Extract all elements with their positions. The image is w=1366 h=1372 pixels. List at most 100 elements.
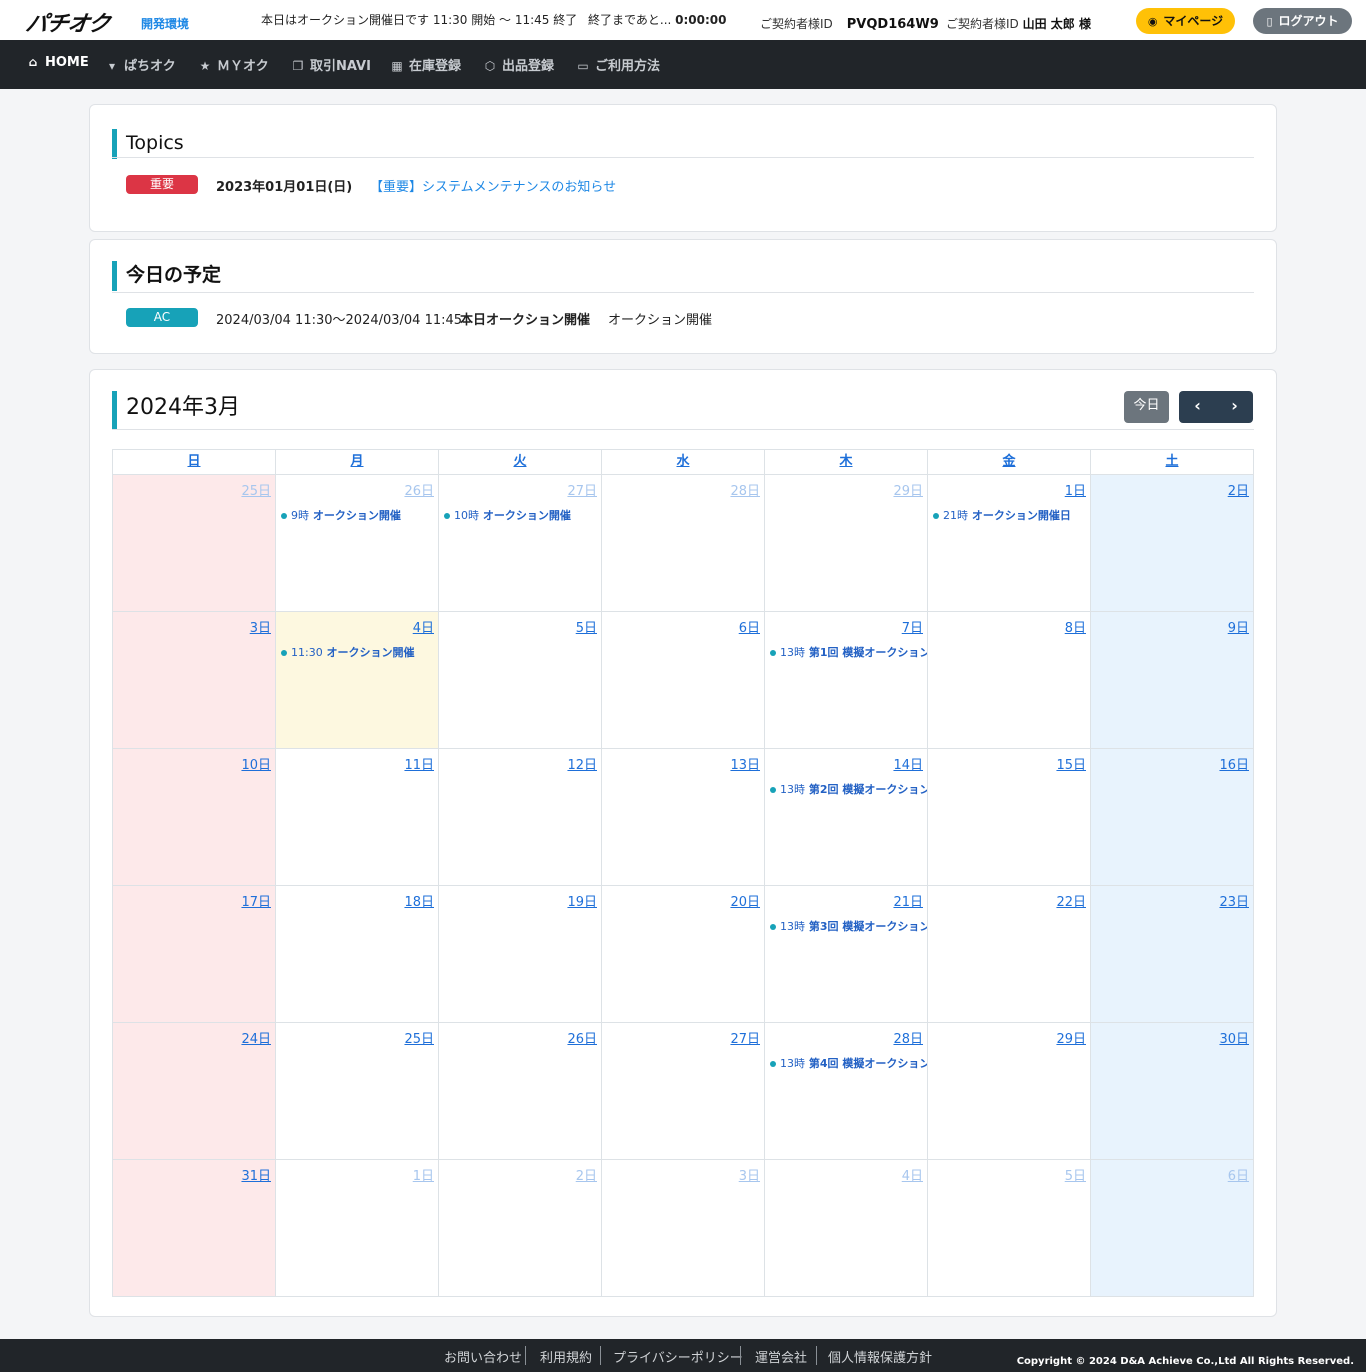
day-number-link[interactable]: 2日 <box>1228 480 1249 499</box>
calendar-day-cell[interactable]: 2日 <box>439 1160 602 1297</box>
day-number-link[interactable]: 27日 <box>567 480 597 499</box>
calendar-day-cell[interactable]: 27日 <box>602 1023 765 1160</box>
day-number-link[interactable]: 11日 <box>404 754 434 773</box>
footer-link-terms[interactable]: 利用規約 <box>540 1347 592 1366</box>
day-number-link[interactable]: 14日 <box>893 754 923 773</box>
nav-zaiko[interactable]: ▦ 在庫登録 <box>390 55 461 74</box>
footer-link-personal-info[interactable]: 個人情報保護方針 <box>828 1347 932 1366</box>
calendar-day-cell[interactable]: 6日 <box>1091 1160 1254 1297</box>
day-number-link[interactable]: 9日 <box>1228 617 1249 636</box>
day-number-link[interactable]: 22日 <box>1056 891 1086 910</box>
calendar-day-cell[interactable]: 9日 <box>1091 612 1254 749</box>
calendar-event[interactable]: 13時 第3回 模擬オークション <box>770 918 927 934</box>
day-number-link[interactable]: 26日 <box>404 480 434 499</box>
day-number-link[interactable]: 13日 <box>730 754 760 773</box>
day-number-link[interactable]: 29日 <box>893 480 923 499</box>
day-number-link[interactable]: 27日 <box>730 1028 760 1047</box>
weekday-sunday[interactable]: 日 <box>113 450 276 475</box>
prev-month-button[interactable]: ‹ <box>1179 391 1216 423</box>
day-number-link[interactable]: 2日 <box>576 1165 597 1184</box>
calendar-day-cell[interactable]: 1日 <box>276 1160 439 1297</box>
calendar-day-cell[interactable]: 27日 10時 オークション開催 <box>439 475 602 612</box>
calendar-day-cell[interactable]: 17日 <box>113 886 276 1023</box>
calendar-day-cell[interactable]: 26日 <box>439 1023 602 1160</box>
site-logo[interactable]: パチオク <box>24 6 112 38</box>
day-number-link[interactable]: 21日 <box>893 891 923 910</box>
calendar-day-cell[interactable]: 3日 <box>602 1160 765 1297</box>
nav-guide[interactable]: ▭ ご利用方法 <box>576 55 660 74</box>
calendar-day-cell[interactable]: 30日 <box>1091 1023 1254 1160</box>
calendar-day-cell[interactable]: 21日 13時 第3回 模擬オークション <box>765 886 928 1023</box>
day-number-link[interactable]: 5日 <box>576 617 597 636</box>
calendar-event[interactable]: 21時 オークション開催日 <box>933 507 1071 523</box>
calendar-day-cell[interactable]: 4日 <box>765 1160 928 1297</box>
calendar-day-cell[interactable]: 12日 <box>439 749 602 886</box>
weekday-saturday[interactable]: 土 <box>1091 450 1254 475</box>
day-number-link[interactable]: 5日 <box>1065 1165 1086 1184</box>
footer-link-company[interactable]: 運営会社 <box>755 1347 807 1366</box>
day-number-link[interactable]: 8日 <box>1065 617 1086 636</box>
calendar-event[interactable]: 11:30 オークション開催 <box>281 644 415 660</box>
day-number-link[interactable]: 23日 <box>1219 891 1249 910</box>
calendar-day-cell[interactable]: 23日 <box>1091 886 1254 1023</box>
day-number-link[interactable]: 6日 <box>1228 1165 1249 1184</box>
weekday-thursday[interactable]: 木 <box>765 450 928 475</box>
calendar-day-cell[interactable]: 4日 11:30 オークション開催 <box>276 612 439 749</box>
weekday-friday[interactable]: 金 <box>928 450 1091 475</box>
day-number-link[interactable]: 18日 <box>404 891 434 910</box>
day-number-link[interactable]: 3日 <box>250 617 271 636</box>
day-number-link[interactable]: 17日 <box>241 891 271 910</box>
day-number-link[interactable]: 1日 <box>413 1165 434 1184</box>
day-number-link[interactable]: 15日 <box>1056 754 1086 773</box>
calendar-day-cell[interactable]: 25日 <box>113 475 276 612</box>
day-number-link[interactable]: 10日 <box>241 754 271 773</box>
calendar-day-cell[interactable]: 6日 <box>602 612 765 749</box>
day-number-link[interactable]: 28日 <box>893 1028 923 1047</box>
day-number-link[interactable]: 29日 <box>1056 1028 1086 1047</box>
weekday-monday[interactable]: 月 <box>276 450 439 475</box>
calendar-day-cell[interactable]: 18日 <box>276 886 439 1023</box>
day-number-link[interactable]: 4日 <box>413 617 434 636</box>
day-number-link[interactable]: 30日 <box>1219 1028 1249 1047</box>
calendar-day-cell[interactable]: 26日 9時 オークション開催 <box>276 475 439 612</box>
day-number-link[interactable]: 7日 <box>902 617 923 636</box>
calendar-day-cell[interactable]: 19日 <box>439 886 602 1023</box>
calendar-day-cell[interactable]: 10日 <box>113 749 276 886</box>
calendar-event[interactable]: 10時 オークション開催 <box>444 507 571 523</box>
calendar-event[interactable]: 13時 第1回 模擬オークション <box>770 644 927 660</box>
nav-home[interactable]: ⌂ HOME <box>26 55 89 70</box>
calendar-day-cell[interactable]: 7日 13時 第1回 模擬オークション <box>765 612 928 749</box>
day-number-link[interactable]: 1日 <box>1065 480 1086 499</box>
day-number-link[interactable]: 4日 <box>902 1165 923 1184</box>
mypage-button[interactable]: ◉ マイページ <box>1136 8 1235 34</box>
day-number-link[interactable]: 25日 <box>404 1028 434 1047</box>
day-number-link[interactable]: 3日 <box>739 1165 760 1184</box>
calendar-day-cell[interactable]: 3日 <box>113 612 276 749</box>
day-number-link[interactable]: 20日 <box>730 891 760 910</box>
next-month-button[interactable]: › <box>1216 391 1253 423</box>
calendar-day-cell[interactable]: 5日 <box>928 1160 1091 1297</box>
calendar-day-cell[interactable]: 29日 <box>928 1023 1091 1160</box>
day-number-link[interactable]: 12日 <box>567 754 597 773</box>
calendar-day-cell[interactable]: 11日 <box>276 749 439 886</box>
nav-myoku[interactable]: ★ ＭＹオク <box>198 55 269 74</box>
calendar-day-cell[interactable]: 29日 <box>765 475 928 612</box>
calendar-day-cell[interactable]: 31日 <box>113 1160 276 1297</box>
logout-button[interactable]: ▯ ログアウト <box>1253 8 1352 34</box>
topic-link[interactable]: 【重要】システムメンテナンスのお知らせ <box>370 176 616 195</box>
calendar-day-cell[interactable]: 15日 <box>928 749 1091 886</box>
calendar-day-cell[interactable]: 20日 <box>602 886 765 1023</box>
calendar-day-cell[interactable]: 1日 21時 オークション開催日 <box>928 475 1091 612</box>
calendar-event[interactable]: 13時 第4回 模擬オークション <box>770 1055 927 1071</box>
calendar-day-cell[interactable]: 2日 <box>1091 475 1254 612</box>
calendar-day-cell[interactable]: 14日 13時 第2回 模擬オークション <box>765 749 928 886</box>
day-number-link[interactable]: 25日 <box>241 480 271 499</box>
day-number-link[interactable]: 6日 <box>739 617 760 636</box>
day-number-link[interactable]: 24日 <box>241 1028 271 1047</box>
day-number-link[interactable]: 28日 <box>730 480 760 499</box>
day-number-link[interactable]: 26日 <box>567 1028 597 1047</box>
calendar-day-cell[interactable]: 25日 <box>276 1023 439 1160</box>
calendar-day-cell[interactable]: 8日 <box>928 612 1091 749</box>
calendar-event[interactable]: 13時 第2回 模擬オークション <box>770 781 927 797</box>
calendar-day-cell[interactable]: 13日 <box>602 749 765 886</box>
